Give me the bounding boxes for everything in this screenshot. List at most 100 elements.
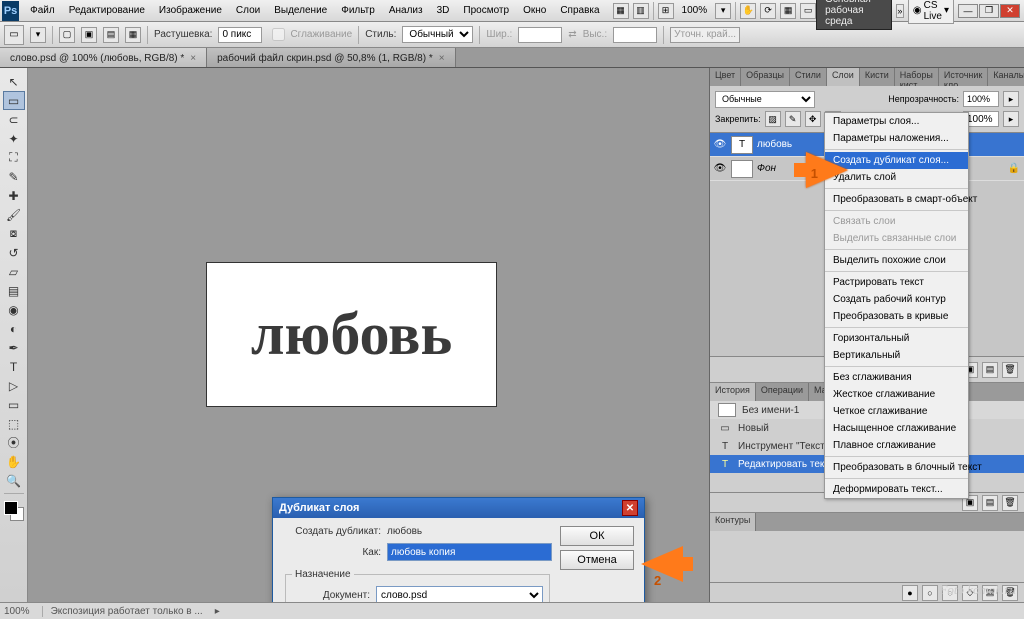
context-menu-item[interactable]: Насыщенное сглаживание: [825, 420, 968, 437]
menu-edit[interactable]: Редактирование: [62, 2, 152, 19]
selection-add-icon[interactable]: ▣: [81, 27, 97, 43]
menu-window[interactable]: Окно: [516, 2, 553, 19]
brush-tool[interactable]: 🖌: [3, 205, 25, 224]
history-tab[interactable]: История: [710, 383, 756, 401]
paths-tab[interactable]: Контуры: [710, 513, 756, 531]
context-menu-item[interactable]: Преобразовать в блочный текст: [825, 459, 968, 476]
zoom-level[interactable]: 100%: [678, 5, 712, 16]
hand-tool[interactable]: ✋: [3, 452, 25, 471]
document-tab[interactable]: слово.psd @ 100% (любовь, RGB/8) * ×: [0, 48, 207, 67]
selection-subtract-icon[interactable]: ▤: [103, 27, 119, 43]
fg-color[interactable]: [4, 501, 18, 515]
panel-tab-layers[interactable]: Слои: [827, 68, 860, 86]
fill-flyout-icon[interactable]: ▸: [1003, 111, 1019, 127]
menu-filter[interactable]: Фильтр: [334, 2, 382, 19]
panel-tab[interactable]: Кисти: [860, 68, 895, 86]
selection-intersect-icon[interactable]: ▦: [125, 27, 141, 43]
dialog-title-bar[interactable]: Дубликат слоя ✕: [273, 498, 644, 518]
zoom-dropdown-icon[interactable]: ▾: [715, 3, 731, 19]
context-menu-item[interactable]: Выделить похожие слои: [825, 252, 968, 269]
cs-live-button[interactable]: ◉ CS Live ▾: [908, 0, 954, 24]
close-button[interactable]: ✕: [1000, 4, 1020, 18]
zoom-tool[interactable]: 🔍: [3, 471, 25, 490]
stamp-tool[interactable]: ⧇: [3, 224, 25, 243]
context-menu-item[interactable]: Параметры наложения...: [825, 130, 968, 147]
document-select[interactable]: слово.psd: [376, 586, 543, 602]
context-menu-item[interactable]: Четкое сглаживание: [825, 403, 968, 420]
selection-new-icon[interactable]: ▢: [59, 27, 75, 43]
move-tool[interactable]: ↖: [3, 72, 25, 91]
menu-layers[interactable]: Слои: [229, 2, 267, 19]
menu-select[interactable]: Выделение: [267, 2, 334, 19]
context-menu-item[interactable]: Вертикальный: [825, 347, 968, 364]
context-menu-item[interactable]: Жесткое сглаживание: [825, 386, 968, 403]
eraser-tool[interactable]: ▱: [3, 262, 25, 281]
style-select[interactable]: Обычный: [402, 26, 473, 43]
canvas-area[interactable]: любовь Дубликат слоя ✕ Создать дубликат:…: [28, 68, 709, 602]
menu-image[interactable]: Изображение: [152, 2, 229, 19]
visibility-toggle-icon[interactable]: 👁: [713, 138, 727, 152]
panel-tab[interactable]: Наборы кист: [895, 68, 939, 86]
layer-thumbnail[interactable]: [731, 160, 753, 178]
pen-tool[interactable]: ✒: [3, 338, 25, 357]
opacity-flyout-icon[interactable]: ▸: [1003, 91, 1019, 107]
delete-state-icon[interactable]: 🗑: [1002, 495, 1018, 511]
crop-tool[interactable]: ⛶: [3, 148, 25, 167]
lock-pixels-icon[interactable]: ✎: [785, 111, 801, 127]
context-menu-item[interactable]: Деформировать текст...: [825, 481, 968, 498]
rotate-icon[interactable]: ⟳: [760, 3, 776, 19]
tab-close-icon[interactable]: ×: [190, 53, 196, 64]
status-info[interactable]: Экспозиция работает только в ...: [42, 606, 203, 617]
hand-icon[interactable]: ✋: [740, 3, 756, 19]
feather-input[interactable]: [218, 27, 262, 43]
workspace-next-icon[interactable]: »: [896, 4, 904, 18]
menu-view[interactable]: Просмотр: [456, 2, 516, 19]
context-menu-item[interactable]: Горизонтальный: [825, 330, 968, 347]
context-menu-item[interactable]: Создать рабочий контур: [825, 291, 968, 308]
tab-close-icon[interactable]: ×: [439, 53, 445, 64]
status-dropdown-icon[interactable]: ▸: [215, 606, 220, 617]
new-snapshot-icon[interactable]: ▤: [982, 495, 998, 511]
panel-tab[interactable]: Источник кло: [939, 68, 988, 86]
maximize-button[interactable]: ❐: [979, 4, 999, 18]
lock-position-icon[interactable]: ✥: [805, 111, 821, 127]
lock-transparency-icon[interactable]: ▨: [765, 111, 781, 127]
path-tool[interactable]: ▷: [3, 376, 25, 395]
bridge-icon[interactable]: ▦: [613, 3, 629, 19]
layer-thumbnail[interactable]: T: [731, 136, 753, 154]
type-tool[interactable]: T: [3, 357, 25, 376]
as-input[interactable]: [387, 543, 552, 561]
opacity-input[interactable]: [963, 91, 999, 107]
workspace-switcher[interactable]: Основная рабочая среда: [816, 0, 892, 30]
document-canvas[interactable]: любовь: [206, 262, 497, 407]
dodge-tool[interactable]: ◐: [3, 319, 25, 338]
menu-analysis[interactable]: Анализ: [382, 2, 430, 19]
3d-tool[interactable]: ⬚: [3, 414, 25, 433]
blur-tool[interactable]: ◉: [3, 300, 25, 319]
minimize-button[interactable]: —: [958, 4, 978, 18]
history-brush-tool[interactable]: ↺: [3, 243, 25, 262]
ok-button[interactable]: ОК: [560, 526, 634, 546]
eyedropper-tool[interactable]: ✎: [3, 167, 25, 186]
context-menu-item[interactable]: Преобразовать в кривые: [825, 308, 968, 325]
wand-tool[interactable]: ✦: [3, 129, 25, 148]
lasso-tool[interactable]: ⊂: [3, 110, 25, 129]
color-swatch[interactable]: [4, 501, 24, 521]
panel-tab[interactable]: Образцы: [741, 68, 790, 86]
menu-3d[interactable]: 3D: [430, 2, 457, 19]
context-menu-item[interactable]: Плавное сглаживание: [825, 437, 968, 454]
panel-tab[interactable]: Стили: [790, 68, 827, 86]
dialog-close-button[interactable]: ✕: [622, 500, 638, 516]
context-menu-item[interactable]: Параметры слоя...: [825, 113, 968, 130]
minibridge-icon[interactable]: ▥: [633, 3, 649, 19]
status-zoom[interactable]: 100%: [4, 606, 30, 617]
current-tool-icon[interactable]: ▭: [4, 25, 24, 45]
menu-help[interactable]: Справка: [553, 2, 606, 19]
healing-tool[interactable]: ✚: [3, 186, 25, 205]
menu-file[interactable]: Файл: [23, 2, 62, 19]
cancel-button[interactable]: Отмена: [560, 550, 634, 570]
stroke-path-icon[interactable]: ○: [922, 585, 938, 601]
marquee-tool[interactable]: ▭: [3, 91, 25, 110]
fill-path-icon[interactable]: ●: [902, 585, 918, 601]
panel-tab[interactable]: Каналы: [988, 68, 1024, 86]
